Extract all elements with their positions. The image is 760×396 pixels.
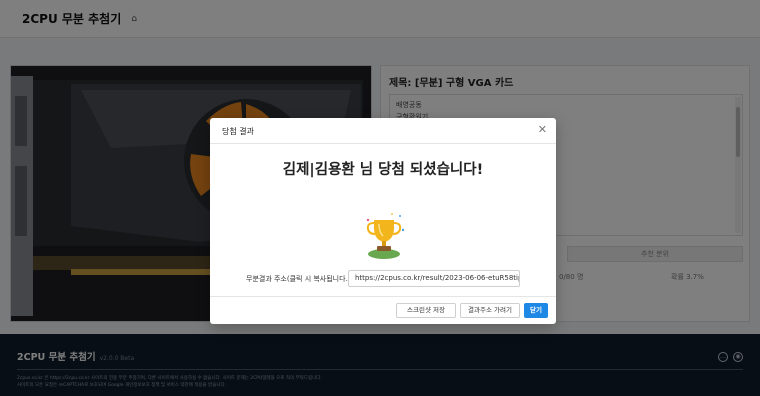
goto-result-button[interactable]: 결과주소 가려기 [460, 303, 520, 318]
save-screenshot-button[interactable]: 스크린샷 저장 [396, 303, 456, 318]
winner-headline: 김제|김용환 님 당첨 되셨습니다! [282, 162, 484, 178]
modal-footer: 스크린샷 저장 결과주소 가려기 닫기 [210, 296, 556, 324]
trophy-icon [366, 213, 405, 259]
result-url-label: 무분결과 주소(클릭 시 복사됩니다.) : [246, 275, 356, 283]
result-modal: 당첨 결과 ✕ 김제|김용환 님 당첨 되셨습니다! 무분결과 주소(클릭 시 … [210, 118, 556, 324]
close-button[interactable]: 닫기 [524, 303, 548, 318]
result-url-row: 무분결과 주소(클릭 시 복사됩니다.) : https://2cpus.co.… [246, 270, 546, 288]
close-icon[interactable]: ✕ [538, 123, 547, 136]
result-url-field[interactable]: https://2cpus.co.kr/result/2023-06-06-et… [348, 270, 520, 287]
modal-header: 당첨 결과 ✕ [210, 118, 556, 144]
modal-title: 당첨 결과 [222, 127, 254, 136]
